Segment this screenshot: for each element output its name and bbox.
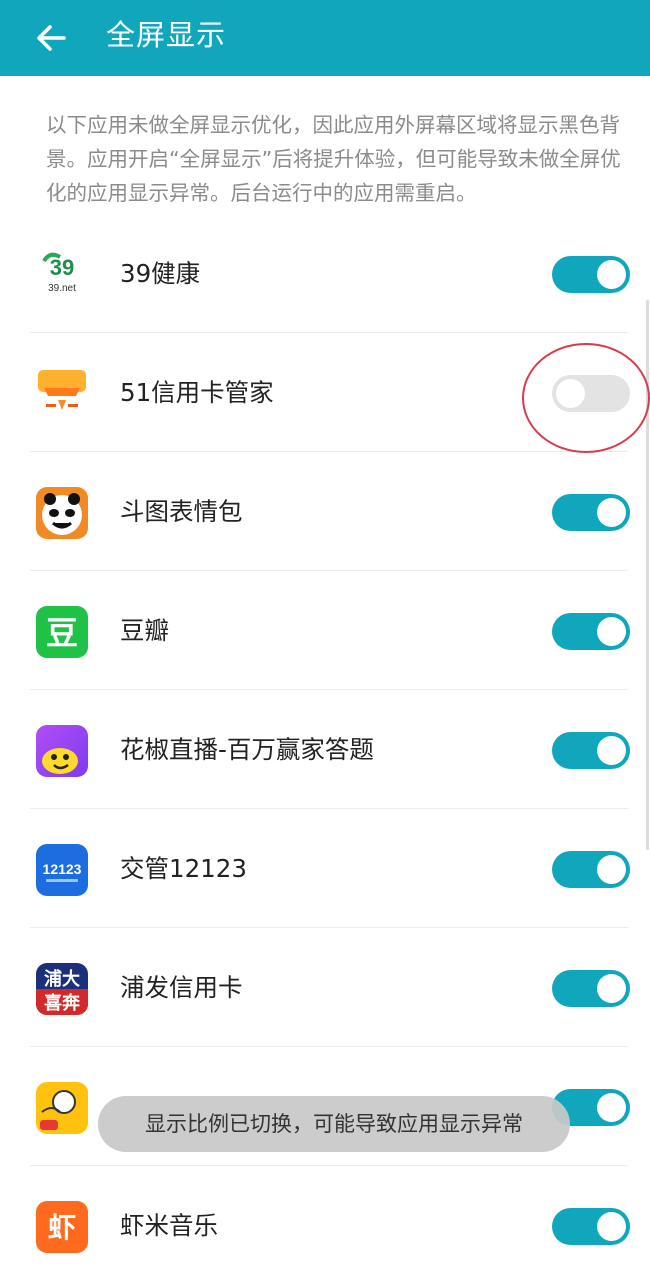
fullscreen-toggle[interactable] xyxy=(552,732,630,769)
fullscreen-toggle[interactable] xyxy=(552,494,630,531)
annotation-circle xyxy=(522,343,650,453)
app-name-label: 花椒直播-百万赢家答题 xyxy=(120,735,374,764)
yellow-character-icon xyxy=(36,1082,88,1134)
list-item[interactable]: 花椒直播-百万赢家答题 xyxy=(0,690,650,809)
39-health-icon: 39 39.net xyxy=(36,249,88,301)
app-name-label: 虾米音乐 xyxy=(120,1211,218,1240)
app-bar: 全屏显示 xyxy=(0,0,650,76)
description-text: 以下应用未做全屏显示优化，因此应用外屏幕区域将显示黑色背景。应用开启“全屏显示”… xyxy=(46,113,621,205)
svg-text:12123: 12123 xyxy=(43,861,82,877)
app-name-label: 交管12123 xyxy=(120,854,247,883)
fullscreen-toggle[interactable] xyxy=(552,851,630,888)
list-item[interactable]: 斗图表情包 xyxy=(0,452,650,571)
list-item[interactable]: 39 39.net 39健康 xyxy=(0,243,650,333)
svg-text:虾: 虾 xyxy=(48,1211,76,1244)
svg-text:豆: 豆 xyxy=(46,614,78,652)
douban-icon: 豆 xyxy=(36,606,88,658)
fullscreen-toggle[interactable] xyxy=(552,1208,630,1245)
app-name-label: 51信用卡管家 xyxy=(120,378,274,407)
svg-text:39.net: 39.net xyxy=(48,283,76,294)
app-name-label: 斗图表情包 xyxy=(120,497,243,526)
xiami-music-icon: 虾 xyxy=(36,1201,88,1253)
traffic-12123-icon: 12123 xyxy=(36,844,88,896)
arrow-left-icon[interactable] xyxy=(30,16,74,60)
svg-text:喜奔: 喜奔 xyxy=(44,992,81,1014)
list-item[interactable]: 12123 交管12123 xyxy=(0,809,650,928)
page-title: 全屏显示 xyxy=(106,18,227,52)
svg-text:39: 39 xyxy=(50,255,74,280)
spdb-credit-card-icon: 浦大 喜奔 xyxy=(36,963,88,1015)
list-item[interactable]: 豆 豆瓣 xyxy=(0,571,650,690)
fullscreen-toggle[interactable] xyxy=(552,970,630,1007)
huajiao-live-icon xyxy=(36,725,88,777)
list-item[interactable]: 虾 虾米音乐 xyxy=(0,1166,650,1279)
51-credit-card-icon xyxy=(36,368,88,420)
fullscreen-toggle[interactable] xyxy=(552,613,630,650)
list-item[interactable]: 浦大 喜奔 浦发信用卡 xyxy=(0,928,650,1047)
app-name-label: 39健康 xyxy=(120,259,201,288)
meme-panda-icon xyxy=(36,487,88,539)
fullscreen-toggle[interactable] xyxy=(552,256,630,293)
svg-text:浦大: 浦大 xyxy=(44,968,80,990)
app-name-label: 浦发信用卡 xyxy=(120,973,243,1002)
app-name-label: 豆瓣 xyxy=(120,616,169,645)
toast-message: 显示比例已切换，可能导致应用显示异常 xyxy=(98,1096,570,1152)
